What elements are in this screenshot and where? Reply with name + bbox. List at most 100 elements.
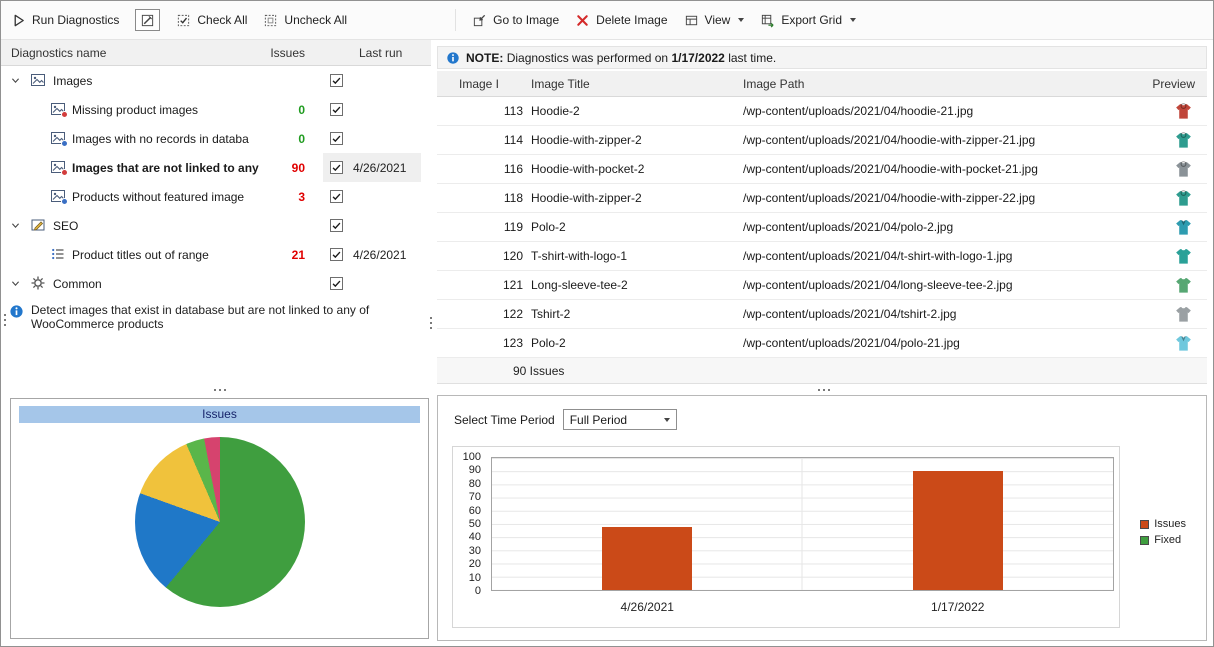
image-id: 120 [437, 249, 525, 263]
images-not-linked-icon [50, 159, 66, 175]
uncheck-all-button[interactable]: Uncheck All [263, 13, 347, 28]
hoodie-preview-icon [1174, 102, 1193, 121]
check-all-button[interactable]: Check All [176, 13, 247, 28]
legend-label: Fixed [1154, 534, 1181, 546]
column-header-image-id[interactable]: Image I [437, 77, 525, 91]
tree-group-common[interactable]: Common [1, 269, 431, 298]
x-tick-label: 1/17/2022 [888, 600, 1028, 614]
legend-item-fixed: Fixed [1140, 534, 1186, 546]
y-tick-label: 70 [453, 491, 481, 503]
image-title: Tshirt-2 [525, 307, 741, 321]
seo-icon [30, 217, 46, 233]
grid-row[interactable]: 122 Tshirt-2 /wp-content/uploads/2021/04… [437, 300, 1207, 329]
image-title: T-shirt-with-logo-1 [525, 249, 741, 263]
image-path: /wp-content/uploads/2021/04/hoodie-with-… [741, 133, 1143, 147]
checkbox-images-no-records[interactable] [330, 132, 343, 145]
image-id: 119 [437, 220, 525, 234]
time-period-label: Select Time Period [454, 413, 555, 427]
uncheck-all-label: Uncheck All [284, 13, 347, 27]
tree-item-product-titles-range[interactable]: Product titles out of range 21 4/26/2021 [1, 240, 431, 269]
image-title: Long-sleeve-tee-2 [525, 278, 741, 292]
diagnostic-description-text: Detect images that exist in database but… [31, 303, 417, 331]
delete-image-button[interactable]: Delete Image [575, 13, 667, 28]
image-title: Hoodie-with-pocket-2 [525, 162, 741, 176]
grid-row[interactable]: 120 T-shirt-with-logo-1 /wp-content/uplo… [437, 242, 1207, 271]
chevron-down-icon[interactable] [10, 278, 21, 289]
column-header-last-run: Last run [359, 46, 402, 60]
checkbox-product-titles[interactable] [330, 248, 343, 261]
hoodie-preview-icon [1174, 160, 1193, 179]
image-path: /wp-content/uploads/2021/04/hoodie-with-… [741, 191, 1143, 205]
grid-row[interactable]: 119 Polo-2 /wp-content/uploads/2021/04/p… [437, 213, 1207, 242]
checkbox-missing-product-images[interactable] [330, 103, 343, 116]
tree-group-seo[interactable]: SEO [1, 211, 431, 240]
time-period-value: Full Period [570, 413, 627, 427]
splitter-right-horizontal[interactable] [815, 386, 833, 394]
image-title: Hoodie-2 [525, 104, 741, 118]
grid-row[interactable]: 118 Hoodie-with-zipper-2 /wp-content/upl… [437, 184, 1207, 213]
grid-row[interactable]: 113 Hoodie-2 /wp-content/uploads/2021/04… [437, 97, 1207, 126]
delete-x-icon [575, 13, 590, 28]
issues-bar [602, 527, 692, 590]
tree-group-label: Images [53, 74, 92, 88]
splitter-columns[interactable] [427, 314, 435, 332]
note-text: NOTE: Diagnostics was performed on 1/17/… [466, 51, 776, 65]
export-grid-button[interactable]: Export Grid [760, 13, 856, 28]
y-tick-label: 0 [453, 585, 481, 597]
x-tick-label: 4/26/2021 [577, 600, 717, 614]
time-period-dropdown[interactable]: Full Period [563, 409, 677, 430]
go-to-image-button[interactable]: Go to Image [472, 13, 559, 28]
issues-chart-title: Issues [19, 406, 420, 423]
grid-row[interactable]: 114 Hoodie-with-zipper-2 /wp-content/upl… [437, 126, 1207, 155]
checkbox-common[interactable] [330, 277, 343, 290]
tree-item-images-no-records[interactable]: Images with no records in databa 0 [1, 124, 431, 153]
edit-diagnostics-button[interactable] [135, 9, 160, 31]
image-id: 122 [437, 307, 525, 321]
chevron-down-icon[interactable] [10, 75, 21, 86]
view-menu-button[interactable]: View [684, 13, 745, 28]
info-icon [446, 51, 460, 65]
image-path: /wp-content/uploads/2021/04/hoodie-with-… [741, 162, 1143, 176]
chart-legend: Issues Fixed [1140, 518, 1186, 546]
tree-group-images[interactable]: Images [1, 66, 431, 95]
splitter-left-horizontal[interactable] [211, 386, 229, 394]
chevron-down-icon[interactable] [10, 220, 21, 231]
common-icon [30, 275, 46, 291]
image-grid: Image I Image Title Image Path Preview 1… [437, 71, 1207, 384]
legend-swatch [1140, 520, 1149, 529]
note-label: NOTE: [466, 51, 503, 65]
grid-row[interactable]: 121 Long-sleeve-tee-2 /wp-content/upload… [437, 271, 1207, 300]
column-header-issues: Issues [253, 46, 305, 60]
image-id: 123 [437, 336, 525, 350]
image-path: /wp-content/uploads/2021/04/t-shirt-with… [741, 249, 1143, 263]
issues-count: 90 [253, 161, 305, 175]
chevron-down-icon [738, 18, 744, 22]
legend-item-issues: Issues [1140, 518, 1186, 530]
image-path: /wp-content/uploads/2021/04/tshirt-2.jpg [741, 307, 1143, 321]
tree-item-images-not-linked[interactable]: Images that are not linked to any 90 4/2… [1, 153, 431, 182]
y-tick-label: 100 [453, 451, 481, 463]
issues-total: 90 Issues [513, 364, 564, 378]
checkbox-images-not-linked[interactable] [330, 161, 343, 174]
uncheck-all-icon [263, 13, 278, 28]
column-header-image-path[interactable]: Image Path [741, 77, 1143, 91]
image-path: /wp-content/uploads/2021/04/long-sleeve-… [741, 278, 1143, 292]
diagnostic-description: Detect images that exist in database but… [1, 298, 431, 331]
chevron-down-icon [850, 18, 856, 22]
tree-item-missing-product-images[interactable]: Missing product images 0 [1, 95, 431, 124]
column-header-image-title[interactable]: Image Title [525, 77, 741, 91]
run-diagnostics-button[interactable]: Run Diagnostics [11, 13, 119, 28]
issues-count: 21 [253, 248, 305, 262]
checkbox-images[interactable] [330, 74, 343, 87]
toolbar: Run Diagnostics Check All Uncheck All Go… [1, 1, 1213, 40]
checkbox-products-without-featured[interactable] [330, 190, 343, 203]
grid-row[interactable]: 116 Hoodie-with-pocket-2 /wp-content/upl… [437, 155, 1207, 184]
issues-bar [913, 471, 1003, 590]
polo-preview-icon [1174, 218, 1193, 237]
grid-row[interactable]: 123 Polo-2 /wp-content/uploads/2021/04/p… [437, 329, 1207, 358]
y-tick-label: 50 [453, 518, 481, 530]
tree-item-products-without-featured[interactable]: Products without featured image 3 [1, 182, 431, 211]
checkbox-seo[interactable] [330, 219, 343, 232]
splitter-left-edge[interactable] [1, 311, 9, 329]
column-header-preview[interactable]: Preview [1143, 77, 1207, 91]
